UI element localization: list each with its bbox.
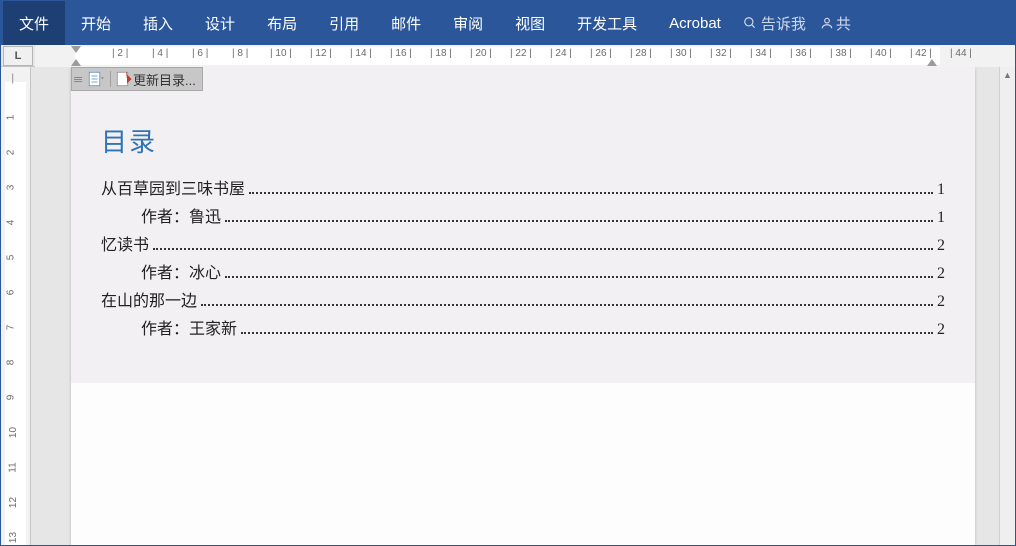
toc-entry-page: 2: [937, 293, 945, 311]
toc-entry-page: 2: [937, 265, 945, 283]
toc-entry-text: 作者：鲁迅: [101, 203, 221, 227]
toc-entry-text: 忆读书: [101, 231, 149, 255]
toc-entry[interactable]: 从百草园到三味书屋 1: [101, 175, 945, 199]
tab-references[interactable]: 引用: [313, 1, 375, 45]
ruler-tick: | 34 |: [750, 48, 772, 59]
toc-dropdown-icon[interactable]: [86, 70, 106, 88]
toc-leader-dots: [249, 192, 933, 194]
ruler-tick: | 18 |: [430, 48, 452, 59]
ruler-tick: | 36 |: [790, 48, 812, 59]
ruler-tick: | 22 |: [510, 48, 532, 59]
toc-entry-text: 在山的那一边: [101, 287, 197, 311]
tab-view[interactable]: 视图: [499, 1, 561, 45]
toc-entry-text: 作者：冰心: [101, 259, 221, 283]
ruler-tick: | 10 |: [270, 48, 292, 59]
toc-entry[interactable]: 作者：王家新 2: [101, 315, 945, 339]
share-button[interactable]: 共: [820, 13, 851, 34]
vertical-scrollbar[interactable]: ▲: [999, 67, 1015, 545]
ruler-tick: | 16 |: [390, 48, 412, 59]
tab-file[interactable]: 文件: [3, 1, 65, 45]
ruler-tick: | 28 |: [630, 48, 652, 59]
tab-acrobat[interactable]: Acrobat: [653, 1, 737, 45]
search-icon: [743, 16, 757, 30]
tab-developer[interactable]: 开发工具: [561, 1, 653, 45]
toc-leader-dots: [225, 276, 933, 278]
ruler-tick: | 8 |: [232, 48, 248, 59]
horizontal-ruler[interactable]: | 2 | | 4 | | 6 | | 8 | | 10 | | 12 | | …: [35, 45, 1015, 67]
toc-leader-dots: [201, 304, 933, 306]
toc-field[interactable]: 目录 从百草园到三味书屋 1 作者：鲁迅 1 忆读书 2: [71, 67, 975, 383]
tab-design[interactable]: 设计: [189, 1, 251, 45]
scroll-up-icon[interactable]: ▲: [1000, 67, 1015, 83]
toc-title: 目录: [101, 122, 945, 159]
ruler-tick: | 38 |: [830, 48, 852, 59]
ruler-tick: | 14 |: [350, 48, 372, 59]
ruler-tick: | 12 |: [310, 48, 332, 59]
ribbon-tabs: 文件 开始 插入 设计 布局 引用 邮件 审阅 视图 开发工具 Acrobat …: [1, 1, 1015, 45]
ruler-tick: | 30 |: [670, 48, 692, 59]
ruler-tick: | 40 |: [870, 48, 892, 59]
ruler-tick: | 26 |: [590, 48, 612, 59]
page[interactable]: ! 更新目录... 目录 从百草园到三味书屋 1 作者：鲁迅 1: [71, 67, 975, 545]
ruler-tick: | 4 |: [152, 48, 168, 59]
toc-leader-dots: [225, 220, 933, 222]
tab-selector[interactable]: L: [3, 46, 33, 66]
toc-entry-page: 2: [937, 321, 945, 339]
toc-entry-page: 1: [937, 181, 945, 199]
ruler-tick: | 2 |: [112, 48, 128, 59]
update-toc-label[interactable]: 更新目录...: [133, 70, 196, 89]
toc-entry-page: 1: [937, 209, 945, 227]
toc-control-bar[interactable]: ! 更新目录...: [71, 67, 203, 91]
tab-mailings[interactable]: 邮件: [375, 1, 437, 45]
tab-review[interactable]: 审阅: [437, 1, 499, 45]
ruler-tick: | 6 |: [192, 48, 208, 59]
tell-me-search[interactable]: 告诉我: [743, 13, 806, 34]
toc-entry[interactable]: 在山的那一边 2: [101, 287, 945, 311]
toc-leader-dots: [153, 248, 933, 250]
toc-leader-dots: [241, 332, 933, 334]
person-icon: [820, 16, 834, 30]
ruler-tick: | 42 |: [910, 48, 932, 59]
ruler-tick: | 32 |: [710, 48, 732, 59]
tab-insert[interactable]: 插入: [127, 1, 189, 45]
toc-entry-page: 2: [937, 237, 945, 255]
toc-entry[interactable]: 忆读书 2: [101, 231, 945, 255]
ruler-tick: | 24 |: [550, 48, 572, 59]
ruler-tick: | 20 |: [470, 48, 492, 59]
right-indent-marker[interactable]: [927, 59, 937, 66]
tab-layout[interactable]: 布局: [251, 1, 313, 45]
first-line-indent-marker[interactable]: [71, 46, 81, 53]
tab-home[interactable]: 开始: [65, 1, 127, 45]
ruler-tick: | 44 |: [950, 48, 972, 59]
svg-text:!: !: [126, 71, 128, 80]
toc-entry[interactable]: 作者：冰心 2: [101, 259, 945, 283]
hanging-indent-marker[interactable]: [71, 59, 81, 66]
vertical-ruler[interactable]: — 1 2 3 4 5 6 7 8 9 10 11 12 13: [1, 67, 31, 545]
update-toc-icon[interactable]: !: [115, 70, 133, 88]
toc-entry-text: 作者：王家新: [101, 315, 237, 339]
document-area[interactable]: ! 更新目录... 目录 从百草园到三味书屋 1 作者：鲁迅 1: [31, 67, 1015, 545]
toc-entry[interactable]: 作者：鲁迅 1: [101, 203, 945, 227]
share-label: 共: [836, 13, 851, 34]
drag-handle-icon[interactable]: [74, 77, 82, 82]
tell-me-label: 告诉我: [761, 13, 806, 34]
toc-entry-text: 从百草园到三味书屋: [101, 175, 245, 199]
